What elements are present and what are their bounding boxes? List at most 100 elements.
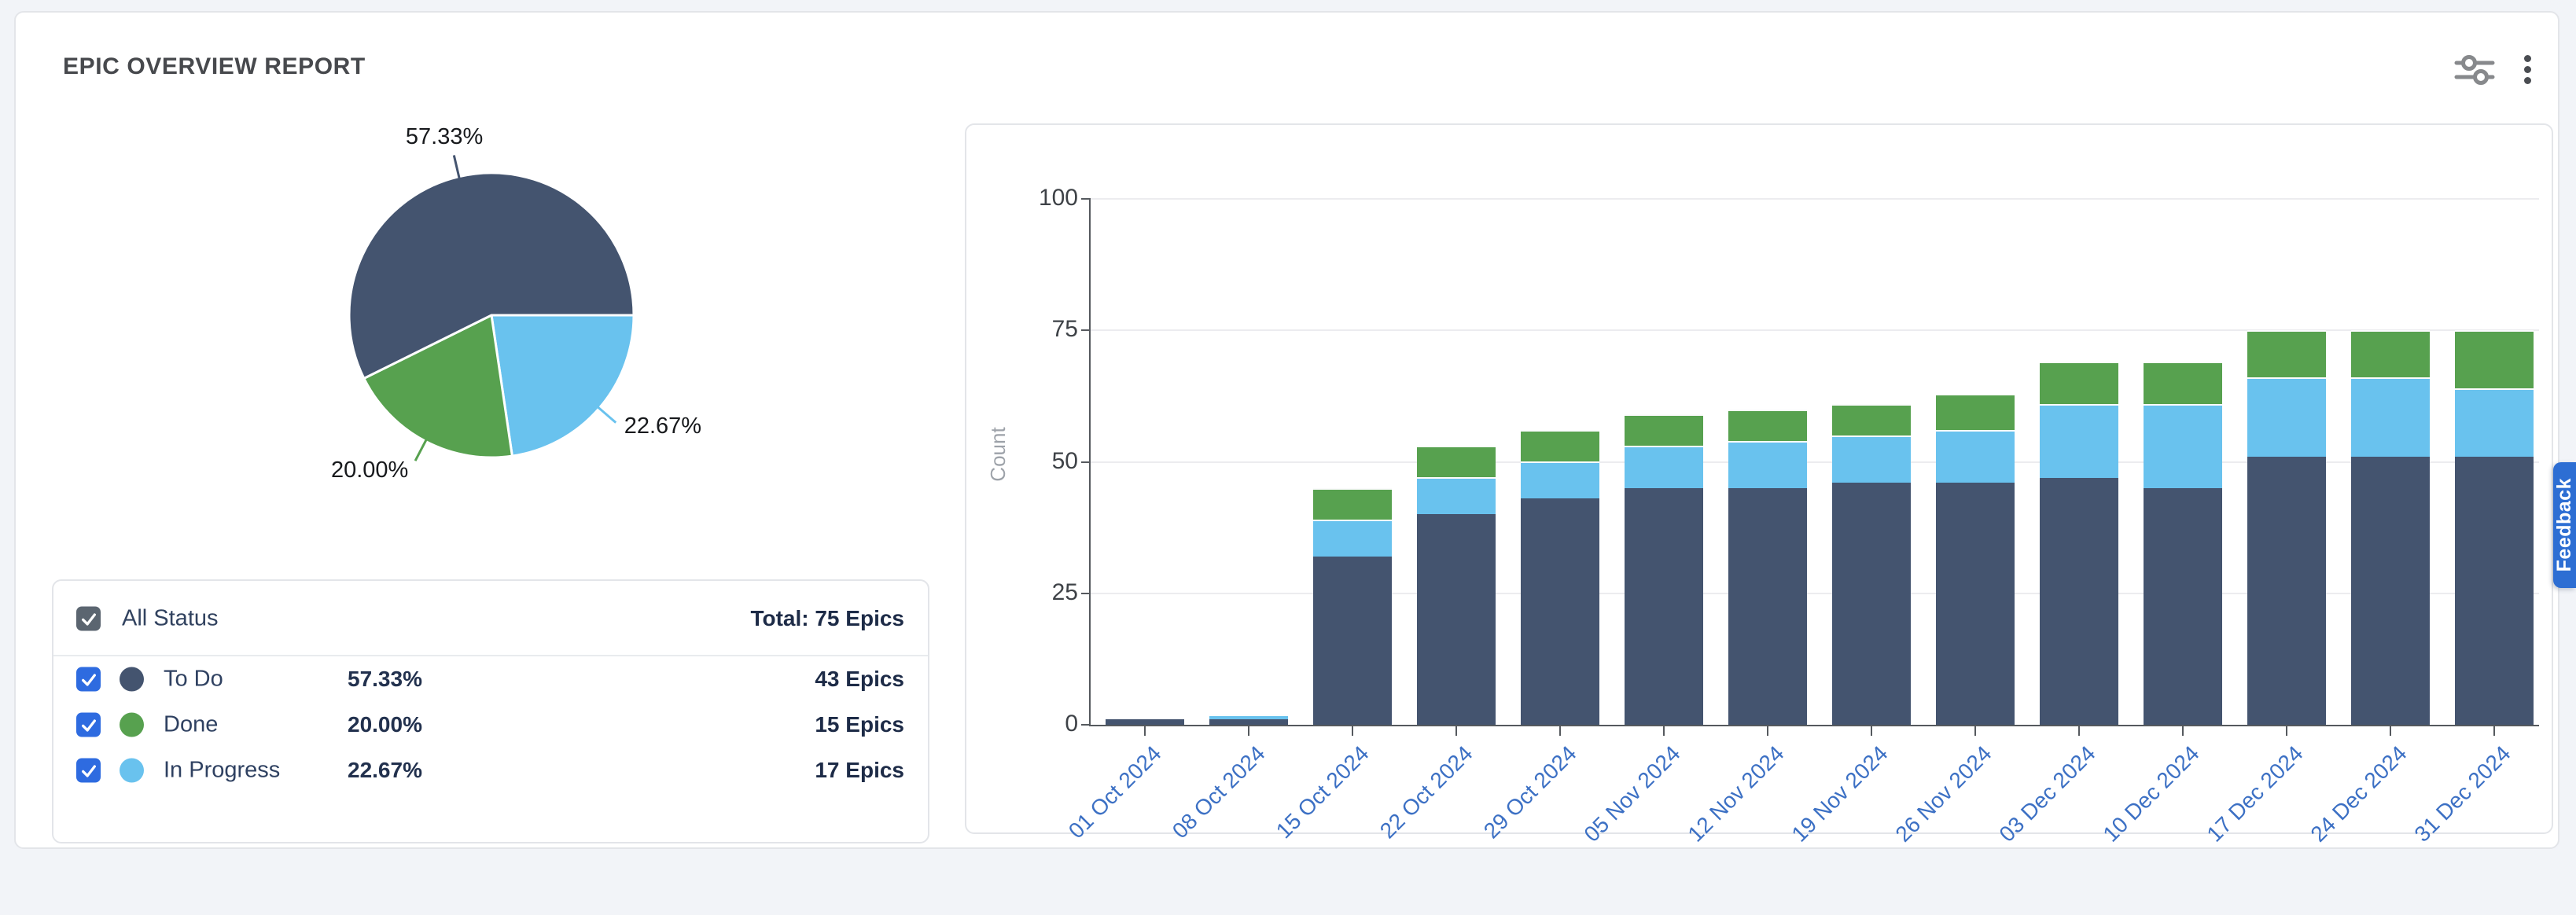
x-axis-tick <box>2286 725 2287 736</box>
bar-segment-to-do[interactable] <box>1209 719 1288 725</box>
pie-label-connector <box>454 156 459 178</box>
bar-segment-to-do[interactable] <box>1106 719 1184 725</box>
bar-segment-in-progress[interactable] <box>2040 404 2118 478</box>
bar-segment-in-progress[interactable] <box>1417 477 1496 514</box>
bar-segment-done[interactable] <box>1417 446 1496 477</box>
x-axis-tick <box>1248 725 1249 736</box>
x-axis-tick <box>1352 725 1353 736</box>
legend-header-row: All Status Total: 75 Epics <box>53 593 928 644</box>
y-axis-label: 50 <box>1015 448 1078 475</box>
epic-trend-chart-card: Count 025507510001 Oct 202408 Oct 202415… <box>965 123 2553 834</box>
status-checkbox[interactable] <box>76 759 101 783</box>
total-epics-label: Total: 75 Epics <box>750 606 904 631</box>
bar-segment-done[interactable] <box>1625 414 1703 446</box>
stacked-bar-10-Dec-2024[interactable] <box>2144 362 2222 725</box>
x-axis-tick <box>1767 725 1768 736</box>
bar-segment-to-do[interactable] <box>1417 514 1496 725</box>
bar-segment-to-do[interactable] <box>2351 457 2430 725</box>
pie-slice-in-progress[interactable] <box>491 315 634 456</box>
bar-segment-to-do[interactable] <box>1625 488 1703 725</box>
status-name: To Do <box>164 667 223 693</box>
status-percentage: 20.00% <box>348 712 422 737</box>
bar-segment-to-do[interactable] <box>2247 457 2326 725</box>
stacked-bar-24-Dec-2024[interactable] <box>2351 330 2430 725</box>
status-color-swatch <box>120 759 144 783</box>
feedback-button[interactable]: Feedback <box>2553 462 2576 588</box>
bar-segment-done[interactable] <box>1728 410 1807 441</box>
bar-segment-in-progress[interactable] <box>1313 520 1392 557</box>
bar-segment-to-do[interactable] <box>1521 498 1599 725</box>
bar-segment-done[interactable] <box>1313 488 1392 520</box>
y-gridline <box>1091 198 2539 200</box>
bar-segment-in-progress[interactable] <box>1936 430 2015 483</box>
bar-segment-done[interactable] <box>1832 404 1911 435</box>
bar-segment-to-do[interactable] <box>2040 478 2118 725</box>
x-axis-tick <box>1559 725 1561 736</box>
status-name: Done <box>164 712 218 738</box>
bar-segment-to-do[interactable] <box>1313 557 1392 725</box>
bar-segment-to-do[interactable] <box>1728 488 1807 725</box>
bar-segment-in-progress[interactable] <box>1209 715 1288 720</box>
stacked-bar-17-Dec-2024[interactable] <box>2247 330 2326 725</box>
stacked-bar-29-Oct-2024[interactable] <box>1521 430 1599 725</box>
x-axis-tick <box>2390 725 2391 736</box>
legend-divider <box>53 655 928 656</box>
bar-segment-done[interactable] <box>1521 430 1599 461</box>
bar-segment-in-progress[interactable] <box>1521 461 1599 498</box>
report-card: EPIC OVERVIEW REPORT 22.67%20.00%57.33% … <box>14 11 2559 849</box>
bar-segment-to-do[interactable] <box>2455 457 2534 725</box>
bar-segment-in-progress[interactable] <box>2144 404 2222 488</box>
epic-overview-report-widget: EPIC OVERVIEW REPORT 22.67%20.00%57.33% … <box>0 0 2576 863</box>
bar-segment-in-progress[interactable] <box>2247 377 2326 456</box>
y-axis-title: Count <box>986 415 1010 494</box>
more-options-icon[interactable] <box>2513 47 2541 91</box>
bar-segment-to-do[interactable] <box>2144 488 2222 725</box>
bar-segment-to-do[interactable] <box>1832 483 1911 725</box>
chart-settings-icon[interactable] <box>2447 49 2501 90</box>
status-pie-chart[interactable] <box>16 13 959 563</box>
x-axis-line <box>1089 725 2539 726</box>
y-axis-line <box>1089 199 1091 726</box>
status-checkbox[interactable] <box>76 713 101 737</box>
stacked-bar-19-Nov-2024[interactable] <box>1832 404 1911 725</box>
x-axis-tick <box>1455 725 1457 736</box>
bar-segment-in-progress[interactable] <box>2351 377 2430 456</box>
status-percentage: 22.67% <box>348 758 422 783</box>
y-axis-label: 100 <box>1015 185 1078 211</box>
stacked-bar-03-Dec-2024[interactable] <box>2040 362 2118 725</box>
bar-segment-done[interactable] <box>2247 330 2326 377</box>
bar-segment-done[interactable] <box>2455 330 2534 388</box>
bar-segment-done[interactable] <box>2351 330 2430 377</box>
bar-segment-in-progress[interactable] <box>1832 435 1911 483</box>
bar-segment-to-do[interactable] <box>1936 483 2015 725</box>
bar-segment-done[interactable] <box>2144 362 2222 404</box>
y-axis-label: 25 <box>1015 579 1078 606</box>
stacked-bar-08-Oct-2024[interactable] <box>1209 715 1288 725</box>
status-percentage: 57.33% <box>348 667 422 692</box>
stacked-bar-22-Oct-2024[interactable] <box>1417 446 1496 725</box>
bar-segment-done[interactable] <box>2040 362 2118 404</box>
pie-label-in-progress: 22.67% <box>624 413 701 439</box>
y-axis-label: 75 <box>1015 316 1078 343</box>
stacked-bar-31-Dec-2024[interactable] <box>2455 330 2534 725</box>
bar-segment-in-progress[interactable] <box>1625 446 1703 488</box>
status-count: 15 Epics <box>815 712 904 737</box>
stacked-bar-05-Nov-2024[interactable] <box>1625 414 1703 725</box>
legend-row-in-progress: In Progress22.67%17 Epics <box>53 750 928 791</box>
bar-segment-done[interactable] <box>1936 394 2015 431</box>
x-axis-tick <box>1974 725 1976 736</box>
x-axis-tick <box>1871 725 1872 736</box>
stacked-bar-15-Oct-2024[interactable] <box>1313 488 1392 725</box>
status-legend-card: All Status Total: 75 Epics To Do57.33%43… <box>52 579 929 843</box>
x-axis-tick <box>1144 725 1146 736</box>
status-checkbox[interactable] <box>76 667 101 692</box>
stacked-bar-12-Nov-2024[interactable] <box>1728 410 1807 725</box>
bar-segment-in-progress[interactable] <box>2455 388 2534 457</box>
legend-row-done: Done 20.00% 15 Epics <box>53 704 928 745</box>
stacked-bar-01-Oct-2024[interactable] <box>1106 719 1184 725</box>
x-axis-tick <box>2182 725 2184 736</box>
bar-segment-in-progress[interactable] <box>1728 441 1807 488</box>
pie-label-connector <box>598 407 616 423</box>
stacked-bar-26-Nov-2024[interactable] <box>1936 394 2015 726</box>
all-status-checkbox[interactable] <box>76 607 101 631</box>
